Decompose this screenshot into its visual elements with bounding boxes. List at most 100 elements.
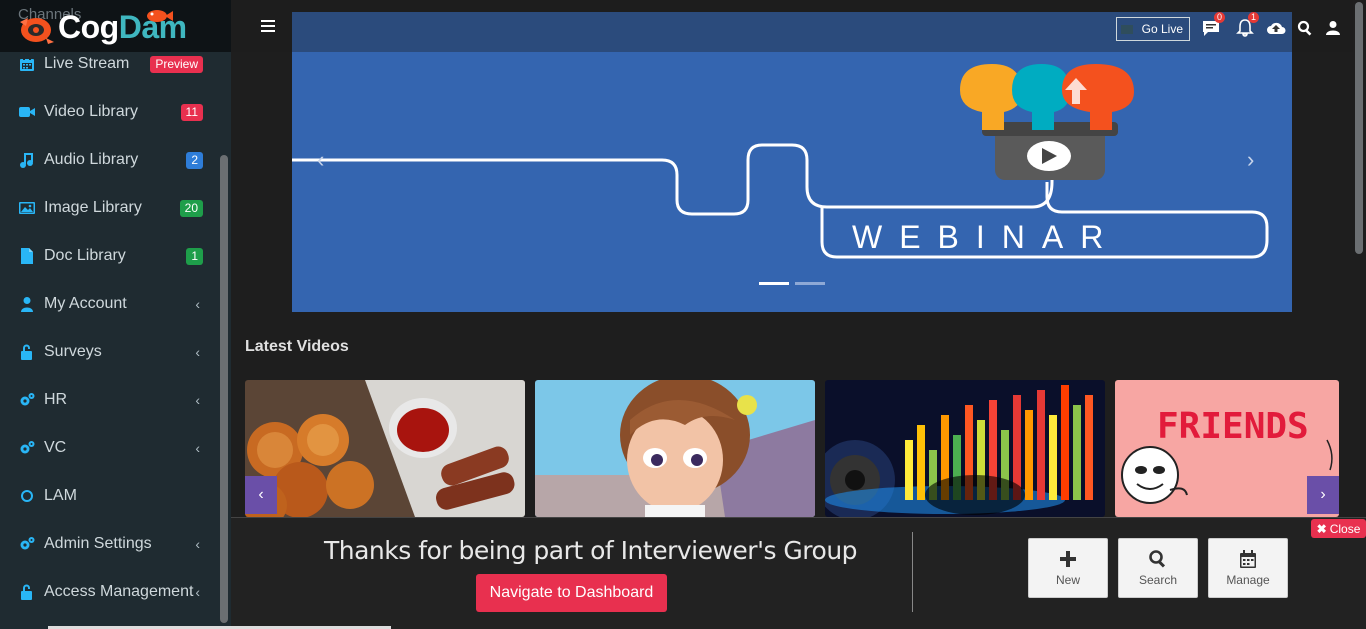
image-icon (18, 199, 36, 217)
sidebar-item-doc-library[interactable]: Doc Library 1 (0, 232, 218, 280)
webinar-banner-graphic (292, 64, 1269, 259)
top-navbar: Go Live 0 1 (231, 0, 1353, 52)
chevron-left-icon: ‹ (195, 392, 200, 408)
video-thumbnail-friends[interactable]: FRIENDS (1115, 380, 1339, 517)
search-button[interactable]: Search (1118, 538, 1198, 598)
chevron-left-icon: ‹ (195, 584, 200, 600)
carousel-indicator-2[interactable] (795, 282, 825, 285)
sidebar-item-label: Doc Library (44, 247, 126, 264)
sidebar-item-label: LAM (44, 487, 77, 504)
circle-icon (18, 487, 36, 505)
gears-icon (18, 391, 36, 409)
gears-icon (18, 535, 36, 553)
user-profile-icon[interactable] (1323, 18, 1343, 38)
sidebar-item-video-library[interactable]: Video Library 11 (0, 88, 218, 136)
search-icon[interactable] (1295, 18, 1315, 38)
videos-next-button[interactable]: › (1307, 476, 1339, 514)
sidebar-item-vc[interactable]: VC ‹ (0, 424, 218, 472)
sidebar-item-access-management[interactable]: Access Management ‹ (0, 568, 218, 616)
close-icon: ✖ (1316, 521, 1327, 536)
carousel-indicators (759, 282, 825, 285)
logo-fish-icon (147, 10, 173, 22)
go-live-button[interactable]: Go Live (1116, 17, 1190, 41)
notifications-bell-icon[interactable]: 1 (1235, 12, 1259, 38)
sidebar-item-label: Surveys (44, 343, 102, 360)
sidebar-item-label: Admin Settings (44, 535, 152, 552)
close-label: Close (1329, 521, 1361, 536)
sidebar-scrollbar-thumb[interactable] (220, 155, 228, 623)
panel-divider (912, 532, 913, 612)
sidebar-item-label: VC (44, 439, 67, 456)
sidebar-item-label: Live Stream (44, 55, 130, 72)
sidebar-item-my-account[interactable]: My Account ‹ (0, 280, 218, 328)
logo-bar: Channels Cog Dam (0, 0, 231, 52)
sidebar-item-label: Audio Library (44, 151, 139, 168)
hamburger-menu-icon[interactable] (261, 20, 275, 35)
welcome-bottom-panel: Thanks for being part of Interviewer's G… (231, 517, 1366, 629)
document-icon (18, 247, 36, 265)
video-thumbnail-fried-food[interactable] (245, 380, 525, 517)
carousel-prev-arrow[interactable]: ‹ (317, 147, 324, 173)
go-live-label: Go Live (1141, 22, 1183, 36)
go-live-indicator (1121, 25, 1133, 34)
unlock-icon (18, 343, 36, 361)
carousel-indicator-1[interactable] (759, 282, 789, 285)
sidebar-item-surveys[interactable]: Surveys ‹ (0, 328, 218, 376)
search-button-label: Search (1138, 573, 1178, 587)
count-badge: 11 (180, 104, 203, 121)
webinar-carousel[interactable]: WEBINAR ‹ › (292, 12, 1292, 312)
welcome-message: Thanks for being part of Interviewer's G… (324, 536, 858, 565)
sidebar-item-label: Access Management (44, 583, 194, 600)
messages-icon[interactable]: 0 (1201, 12, 1225, 38)
video-camera-icon (18, 103, 36, 121)
preview-badge: Preview (150, 56, 203, 73)
user-icon (18, 295, 36, 313)
app-window: Live Stream Preview Video Library 11 Aud… (0, 0, 1366, 629)
chevron-left-icon: ‹ (195, 344, 200, 360)
sidebar: Live Stream Preview Video Library 11 Aud… (0, 0, 231, 629)
count-badge: 2 (186, 152, 203, 169)
count-badge: 20 (179, 200, 203, 217)
friends-caption: FRIENDS (1157, 406, 1309, 447)
carousel-next-arrow[interactable]: › (1247, 147, 1254, 173)
logo-text-cog: Cog (58, 8, 119, 45)
video-thumbnail-equalizer[interactable] (825, 380, 1105, 517)
webinar-text-graphic: WEBINAR (852, 219, 1120, 255)
gears-icon (18, 439, 36, 457)
new-button[interactable]: New (1028, 538, 1108, 598)
messages-count-badge: 0 (1213, 12, 1225, 23)
cloud-upload-icon[interactable] (1266, 18, 1286, 38)
latest-videos-row: FRIENDS (245, 380, 1339, 517)
cogdam-logo[interactable]: Cog Dam (18, 8, 187, 46)
cogdam-logo-icon (20, 18, 54, 44)
unlock-icon (18, 583, 36, 601)
sidebar-scrollbar[interactable] (218, 0, 231, 629)
sidebar-item-label: Video Library (44, 103, 138, 120)
calendar-icon (18, 55, 36, 73)
sidebar-item-audio-library[interactable]: Audio Library 2 (0, 136, 218, 184)
video-thumbnail-cartoon-girl[interactable] (535, 380, 815, 517)
music-note-icon (18, 151, 36, 169)
chevron-left-icon: ‹ (195, 536, 200, 552)
sidebar-item-admin-settings[interactable]: Admin Settings ‹ (0, 520, 218, 568)
manage-button-label: Manage (1226, 573, 1270, 587)
search-icon (1149, 550, 1166, 568)
webinar-text: WEBINAR (852, 219, 1120, 255)
sidebar-item-label: My Account (44, 295, 127, 312)
sidebar-item-lam[interactable]: LAM (0, 472, 218, 520)
sidebar-item-label: HR (44, 391, 68, 408)
navigate-dashboard-button[interactable]: Navigate to Dashboard (476, 574, 667, 612)
latest-videos-heading: Latest Videos (245, 338, 349, 355)
close-panel-button[interactable]: ✖ Close (1311, 519, 1366, 538)
manage-button[interactable]: Manage (1208, 538, 1288, 598)
new-button-label: New (1055, 573, 1080, 587)
sidebar-nav: Live Stream Preview Video Library 11 Aud… (0, 40, 218, 616)
count-badge: 1 (186, 248, 203, 265)
sidebar-item-hr[interactable]: HR ‹ (0, 376, 218, 424)
main-scrollbar-thumb[interactable] (1355, 2, 1363, 254)
videos-prev-button[interactable]: ‹ (245, 476, 277, 514)
sidebar-item-image-library[interactable]: Image Library 20 (0, 184, 218, 232)
plus-icon (1060, 551, 1076, 567)
sidebar-item-label: Image Library (44, 199, 142, 216)
calendar-icon (1240, 550, 1256, 568)
